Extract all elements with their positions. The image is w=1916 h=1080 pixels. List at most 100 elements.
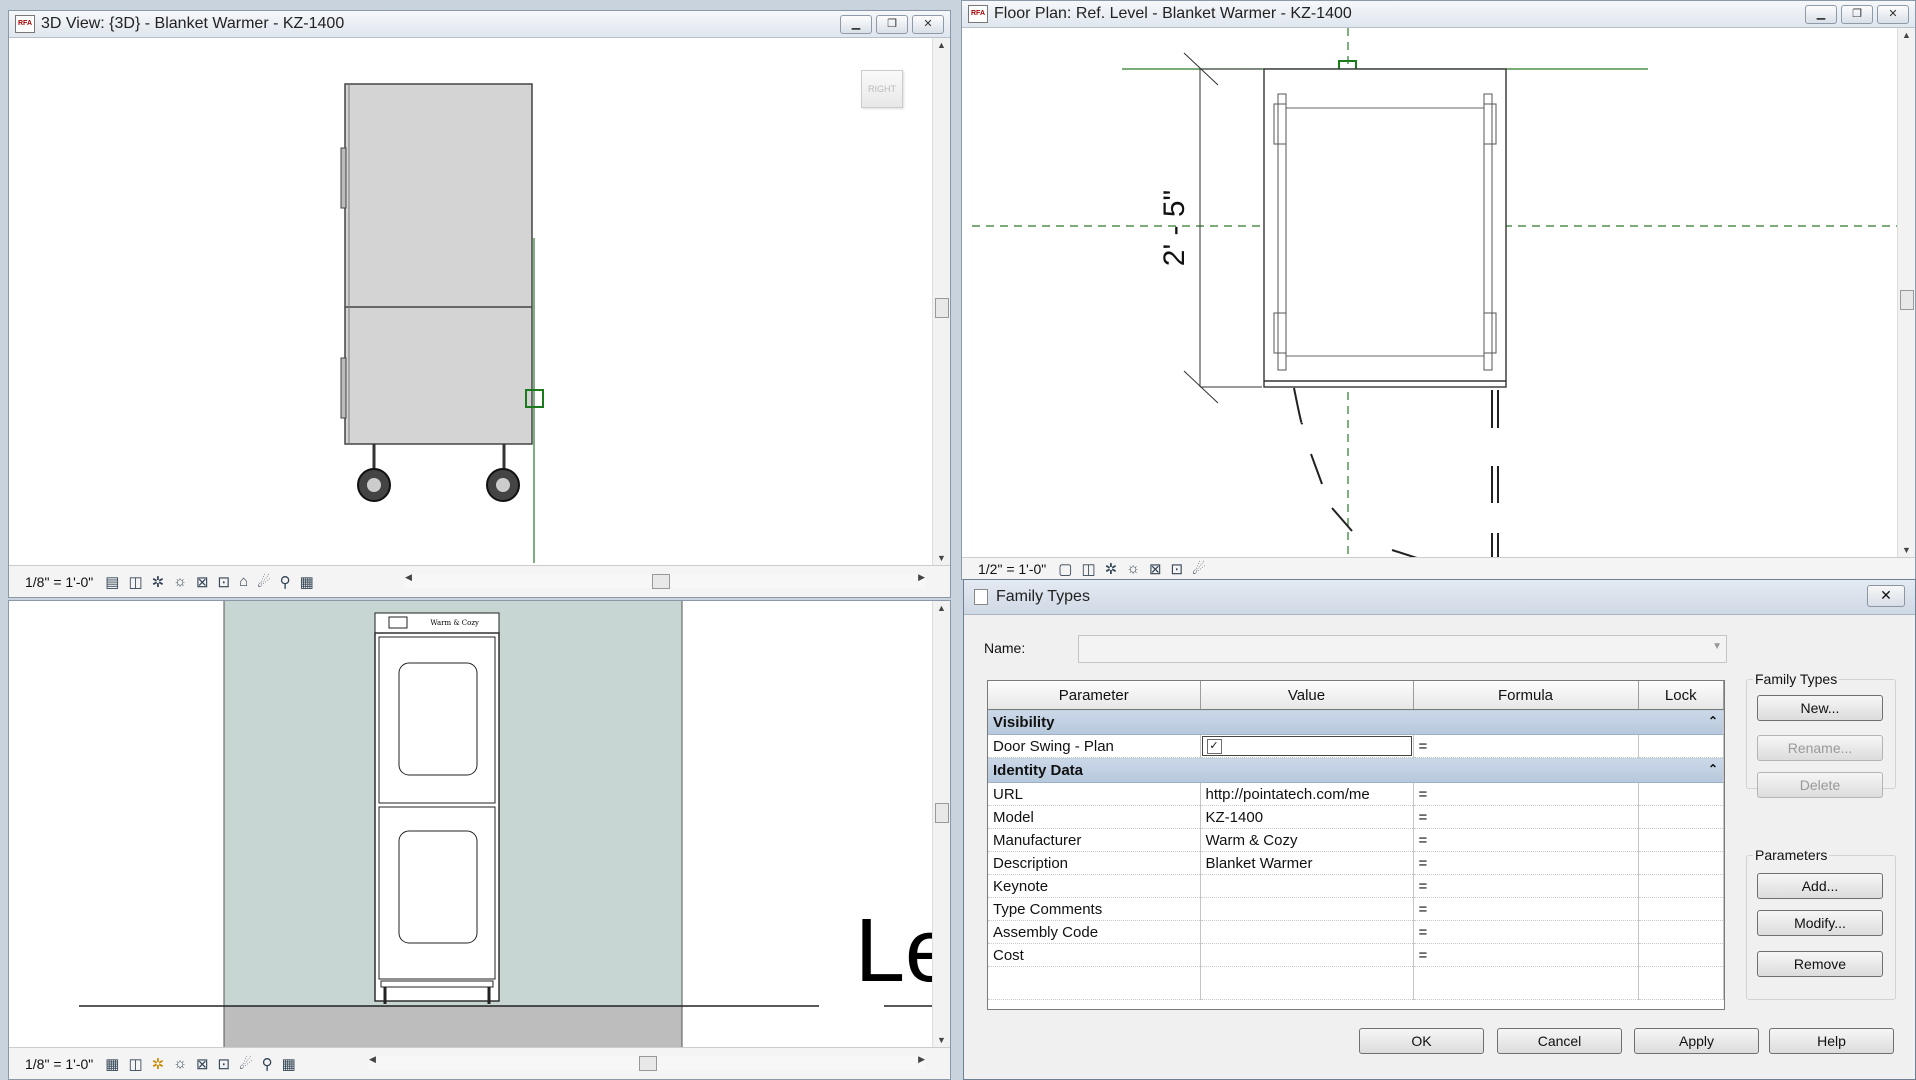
crop-view-icon[interactable]: ⊠ xyxy=(196,1055,209,1073)
analysis-icon[interactable]: ▦ xyxy=(300,573,314,591)
add-parameter-button[interactable]: Add... xyxy=(1757,873,1883,899)
lock-cell[interactable] xyxy=(1638,782,1724,806)
value-cell[interactable] xyxy=(1200,874,1414,898)
view-scale[interactable]: 1/2" = 1'-0" xyxy=(978,561,1046,577)
view-3d-window[interactable]: RFA 3D View: {3D} - Blanket Warmer - KZ-… xyxy=(8,10,951,598)
lock-view-icon[interactable]: ⌂ xyxy=(239,573,248,591)
formula-cell[interactable]: = xyxy=(1413,897,1639,921)
view-3d-vertical-scrollbar[interactable]: ▲ ▼ xyxy=(932,38,950,565)
show-crop-icon[interactable]: ⊡ xyxy=(218,573,231,591)
temporary-hide-icon[interactable]: ☄ xyxy=(239,1055,252,1073)
table-row[interactable]: Door Swing - Plan ✓ = xyxy=(988,734,1724,758)
formula-cell[interactable]: = xyxy=(1413,734,1639,758)
table-row[interactable]: Assembly Code = xyxy=(988,920,1724,944)
lock-cell[interactable] xyxy=(1638,897,1724,921)
show-crop-icon[interactable]: ⊡ xyxy=(1171,560,1184,578)
view-3d-horizontal-scrollbar[interactable]: ◀ ▶ xyxy=(405,572,925,589)
value-cell[interactable]: http://pointatech.com/me xyxy=(1200,782,1414,806)
formula-cell[interactable]: = xyxy=(1413,920,1639,944)
lock-cell[interactable] xyxy=(1638,828,1724,852)
temporary-hide-icon[interactable]: ☄ xyxy=(1192,560,1205,578)
restore-icon[interactable]: ❐ xyxy=(876,15,908,34)
parameters-grid[interactable]: Parameter Value Formula Lock Visibility ⌃… xyxy=(987,680,1725,1010)
column-header[interactable]: Formula xyxy=(1413,681,1639,710)
dialog-titlebar[interactable]: Family Types xyxy=(964,580,1915,615)
cancel-button[interactable]: Cancel xyxy=(1497,1028,1622,1054)
formula-cell[interactable]: = xyxy=(1413,874,1639,898)
table-row[interactable]: Description Blanket Warmer = xyxy=(988,851,1724,875)
floor-plan-titlebar[interactable]: RFA Floor Plan: Ref. Level - Blanket War… xyxy=(962,1,1915,28)
view-scale[interactable]: 1/8" = 1'-0" xyxy=(25,574,93,590)
formula-cell[interactable]: = xyxy=(1413,782,1639,806)
value-cell[interactable]: Blanket Warmer xyxy=(1200,851,1414,875)
formula-cell[interactable]: = xyxy=(1413,805,1639,829)
detail-level-icon[interactable]: ▦ xyxy=(105,1055,119,1073)
column-header[interactable]: Lock xyxy=(1638,681,1724,710)
apply-button[interactable]: Apply xyxy=(1634,1028,1759,1054)
restore-icon[interactable]: ❐ xyxy=(1841,5,1873,24)
column-header[interactable]: Parameter xyxy=(988,681,1201,710)
minimize-icon[interactable]: ▁ xyxy=(1805,5,1837,24)
formula-cell[interactable]: = xyxy=(1413,851,1639,875)
floor-plan-canvas[interactable]: 2' - 5" xyxy=(962,28,1899,560)
table-row[interactable]: Manufacturer Warm & Cozy = xyxy=(988,828,1724,852)
formula-cell[interactable]: = xyxy=(1413,943,1639,967)
floor-plan-window[interactable]: RFA Floor Plan: Ref. Level - Blanket War… xyxy=(961,0,1916,580)
sun-path-icon[interactable]: ✲ xyxy=(1105,560,1118,578)
crop-view-icon[interactable]: ⊠ xyxy=(196,573,209,591)
close-icon[interactable]: ✕ xyxy=(912,15,944,34)
group-row-visibility[interactable]: Visibility ⌃ xyxy=(988,709,1724,735)
table-row[interactable]: Model KZ-1400 = xyxy=(988,805,1724,829)
value-cell[interactable]: Warm & Cozy xyxy=(1200,828,1414,852)
analysis-icon[interactable]: ▦ xyxy=(282,1055,296,1073)
value-cell[interactable] xyxy=(1200,897,1414,921)
lock-cell[interactable] xyxy=(1638,920,1724,944)
floor-plan-vertical-scrollbar[interactable]: ▲ ▼ xyxy=(1897,28,1915,557)
table-row[interactable]: Cost = xyxy=(988,943,1724,967)
value-cell[interactable]: KZ-1400 xyxy=(1200,805,1414,829)
lock-cell[interactable] xyxy=(1638,805,1724,829)
lock-cell[interactable] xyxy=(1638,874,1724,898)
formula-cell[interactable]: = xyxy=(1413,828,1639,852)
view-3d-titlebar[interactable]: RFA 3D View: {3D} - Blanket Warmer - KZ-… xyxy=(9,11,950,38)
elevation-canvas[interactable]: Warm & Cozy Le xyxy=(9,601,950,1049)
delete-type-button[interactable]: Delete xyxy=(1757,772,1883,798)
detail-level-icon[interactable]: ▤ xyxy=(105,573,119,591)
value-cell[interactable] xyxy=(1200,943,1414,967)
sun-path-icon[interactable]: ✲ xyxy=(152,573,165,591)
detail-level-icon[interactable]: ▢ xyxy=(1058,560,1072,578)
chevron-up-icon[interactable]: ⌃ xyxy=(1708,762,1718,776)
help-button[interactable]: Help xyxy=(1769,1028,1894,1054)
new-type-button[interactable]: New... xyxy=(1757,695,1883,721)
close-icon[interactable]: ✕ xyxy=(1867,585,1905,607)
shadows-icon[interactable]: ☼ xyxy=(173,573,187,591)
table-row[interactable]: URL http://pointatech.com/me = xyxy=(988,782,1724,806)
elevation-vertical-scrollbar[interactable]: ▲ ▼ xyxy=(932,601,950,1047)
name-dropdown[interactable]: ▼ xyxy=(1078,635,1727,663)
value-cell[interactable]: ✓ xyxy=(1200,734,1414,758)
modify-parameter-button[interactable]: Modify... xyxy=(1757,910,1883,936)
shadows-icon[interactable]: ☼ xyxy=(173,1055,187,1073)
column-header[interactable]: Value xyxy=(1200,681,1414,710)
view-scale[interactable]: 1/8" = 1'-0" xyxy=(25,1056,93,1072)
group-row-identity-data[interactable]: Identity Data ⌃ xyxy=(988,757,1724,783)
visual-style-icon[interactable]: ◫ xyxy=(128,1055,142,1073)
lock-cell[interactable] xyxy=(1638,851,1724,875)
shadows-icon[interactable]: ☼ xyxy=(1126,560,1140,578)
chevron-up-icon[interactable]: ⌃ xyxy=(1708,714,1718,728)
sun-path-icon[interactable]: ✲ xyxy=(152,1055,165,1073)
family-types-dialog[interactable]: Family Types ✕ Name: ▼ Parameter Value F… xyxy=(963,579,1916,1080)
value-cell[interactable] xyxy=(1200,920,1414,944)
reveal-hidden-icon[interactable]: ⚲ xyxy=(280,573,291,591)
lock-cell[interactable] xyxy=(1638,734,1724,758)
table-row[interactable]: Keynote = xyxy=(988,874,1724,898)
checkbox-icon[interactable]: ✓ xyxy=(1206,738,1222,754)
temporary-hide-icon[interactable]: ☄ xyxy=(257,573,270,591)
table-row[interactable]: Type Comments = xyxy=(988,897,1724,921)
visual-style-icon[interactable]: ◫ xyxy=(128,573,142,591)
elevation-window[interactable]: Warm & Cozy Le ▲ ▼ 1/8" = 1'-0" ▦ ◫ ✲ ☼ … xyxy=(8,600,951,1080)
minimize-icon[interactable]: ▁ xyxy=(840,15,872,34)
rename-type-button[interactable]: Rename... xyxy=(1757,735,1883,761)
elevation-horizontal-scrollbar[interactable]: ◀ ▶ xyxy=(369,1054,925,1071)
reveal-hidden-icon[interactable]: ⚲ xyxy=(262,1055,273,1073)
